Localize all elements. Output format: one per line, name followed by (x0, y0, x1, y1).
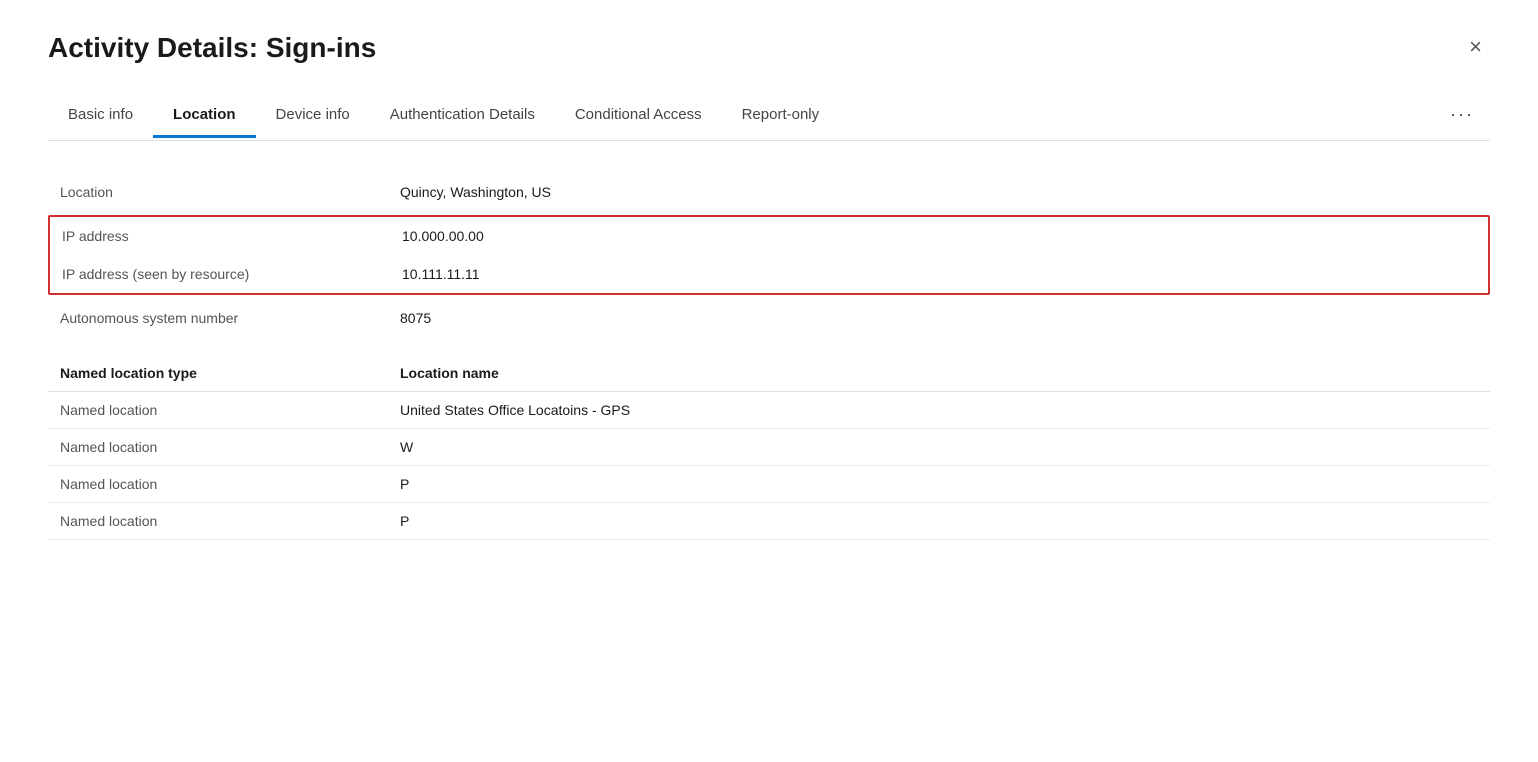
location-name-0: United States Office Locatoins - GPS (400, 402, 630, 418)
location-label: Location (60, 184, 400, 200)
named-location-row-1: Named location W (48, 429, 1490, 466)
named-location-type-0: Named location (60, 402, 400, 418)
named-location-type-2: Named location (60, 476, 400, 492)
tabs-container: Basic info Location Device info Authenti… (48, 92, 1490, 141)
location-row: Location Quincy, Washington, US (48, 173, 1490, 211)
tab-report-only[interactable]: Report-only (722, 94, 840, 138)
autonomous-system-value: 8075 (400, 310, 431, 326)
location-name-2: P (400, 476, 409, 492)
activity-details-panel: Activity Details: Sign-ins × Basic info … (0, 0, 1538, 762)
tab-more-button[interactable]: ··· (1434, 92, 1490, 140)
ip-address-value: 10.000.00.00 (402, 228, 484, 244)
ip-highlighted-box: IP address 10.000.00.00 IP address (seen… (48, 215, 1490, 295)
panel-title: Activity Details: Sign-ins (48, 32, 376, 64)
named-location-type-header: Named location type (60, 365, 400, 381)
tab-conditional-access[interactable]: Conditional Access (555, 94, 722, 138)
named-location-type-1: Named location (60, 439, 400, 455)
named-location-row-2: Named location P (48, 466, 1490, 503)
ip-address-row: IP address 10.000.00.00 (50, 217, 1488, 255)
location-value: Quincy, Washington, US (400, 184, 551, 200)
ip-address-resource-row: IP address (seen by resource) 10.111.11.… (50, 255, 1488, 293)
named-location-row-0: Named location United States Office Loca… (48, 392, 1490, 429)
tab-content: Location Quincy, Washington, US IP addre… (48, 165, 1490, 548)
location-name-1: W (400, 439, 413, 455)
close-button[interactable]: × (1461, 32, 1490, 62)
tab-device-info[interactable]: Device info (256, 94, 370, 138)
named-location-table-header: Named location type Location name (48, 355, 1490, 392)
location-name-3: P (400, 513, 409, 529)
ip-address-resource-value: 10.111.11.11 (402, 266, 480, 282)
tab-basic-info[interactable]: Basic info (48, 94, 153, 138)
ip-address-resource-label: IP address (seen by resource) (62, 266, 402, 282)
named-location-row-3: Named location P (48, 503, 1490, 540)
tab-location[interactable]: Location (153, 94, 256, 138)
location-name-header: Location name (400, 365, 499, 381)
section-gap (48, 337, 1490, 355)
autonomous-system-label: Autonomous system number (60, 310, 400, 326)
tab-authentication-details[interactable]: Authentication Details (370, 94, 555, 138)
named-location-type-3: Named location (60, 513, 400, 529)
autonomous-system-row: Autonomous system number 8075 (48, 299, 1490, 337)
panel-header: Activity Details: Sign-ins × (48, 32, 1490, 64)
ip-address-label: IP address (62, 228, 402, 244)
